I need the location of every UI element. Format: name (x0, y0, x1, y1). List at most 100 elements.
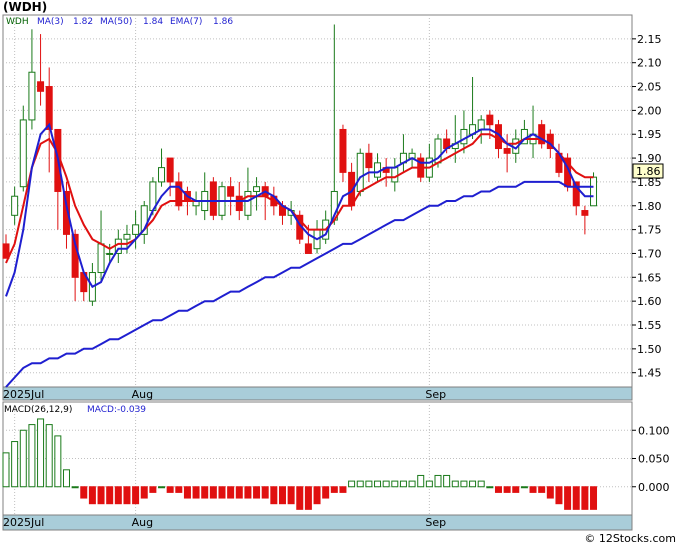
macd-bar (175, 486, 183, 493)
macd-tick-label: 0.050 (638, 453, 670, 466)
macd-bar (218, 486, 226, 499)
macd-bar (192, 486, 200, 499)
price-tick-label: 1.75 (637, 224, 662, 237)
price-date-strip (2, 386, 633, 401)
macd-panel: 0.0000.0500.1002025JulAugSepOct (2, 401, 670, 531)
macd-bar (37, 418, 45, 488)
macd-month-label: 2025Jul (3, 516, 44, 529)
macd-bar (313, 486, 321, 505)
macd-bar (287, 486, 295, 505)
macd-bar (201, 486, 209, 499)
price-tick-label: 2.10 (637, 57, 662, 70)
macd-bar (590, 486, 598, 510)
stock-chart: 1.451.501.551.601.651.701.751.801.851.90… (2, 14, 670, 531)
macd-bar (512, 486, 520, 493)
macd-bar (581, 486, 589, 510)
macd-bar (529, 486, 537, 493)
macd-bar (339, 486, 347, 493)
legend-symbol: WDH (6, 17, 29, 27)
macd-bar (132, 486, 140, 505)
macd-bar (158, 486, 166, 489)
macd-bar (261, 486, 269, 499)
price-tick-label: 1.50 (637, 343, 662, 356)
macd-bar (348, 480, 356, 488)
price-month-label: Sep (425, 388, 446, 401)
macd-bar (382, 480, 390, 488)
price-month-label: 2025Jul (3, 388, 44, 401)
macd-bar (114, 486, 122, 505)
legend-ma50-label: MA(50) (100, 17, 132, 27)
macd-month-label: Aug (132, 516, 153, 529)
last-price-tag: 1.86 (632, 163, 664, 179)
candle-body (28, 71, 36, 121)
macd-bar (244, 486, 252, 499)
candle-body (97, 243, 105, 274)
price-tick-label: 1.70 (637, 247, 662, 260)
macd-bar (140, 486, 148, 499)
macd-bar (520, 486, 528, 489)
macd-bar (253, 486, 261, 499)
macd-bar (235, 486, 243, 499)
candle-body (486, 114, 494, 126)
price-tick-label: 2.00 (637, 104, 662, 117)
macd-bar (356, 480, 364, 488)
candle-body (19, 119, 27, 188)
macd-bar (451, 480, 459, 488)
macd-legend-params: MACD(26,12,9) (4, 405, 72, 415)
macd-bar (374, 480, 382, 488)
macd-bar (71, 486, 79, 489)
macd-bar (278, 486, 286, 505)
price-tick-label: 1.60 (637, 295, 662, 308)
legend-ema7-value: 1.86 (213, 17, 233, 27)
macd-bar (304, 486, 312, 510)
legend-ma50-value: 1.84 (143, 17, 163, 27)
candle-body (235, 195, 243, 212)
candle-body (503, 148, 511, 154)
macd-bar (477, 480, 485, 488)
macd-bar (149, 486, 157, 493)
macd-month-label: Sep (425, 516, 446, 529)
candle-body (374, 162, 382, 178)
macd-bar (538, 486, 546, 493)
candle-body (253, 186, 261, 192)
price-tick-label: 1.80 (637, 200, 662, 213)
candle-body (339, 128, 347, 173)
price-tick-label: 1.55 (637, 319, 662, 332)
macd-bar (503, 486, 511, 493)
candle-body (304, 243, 312, 254)
macd-legend-value: MACD:-0.039 (87, 405, 146, 415)
price-tick-label: 2.05 (637, 81, 662, 94)
price-tick-label: 1.45 (637, 367, 662, 380)
macd-tick-label: 0.000 (638, 481, 670, 494)
macd-bar (555, 486, 563, 505)
candle-body (581, 210, 589, 216)
macd-bar (330, 486, 338, 493)
footer-copyright: © 12Stocks.com (584, 532, 676, 545)
macd-bar (2, 452, 10, 488)
candle-body (123, 233, 131, 240)
macd-bar (443, 474, 451, 488)
macd-bar (460, 480, 468, 488)
macd-bar (28, 424, 36, 488)
macd-bar (408, 480, 416, 488)
macd-bar (434, 474, 442, 488)
legend-ema7-label: EMA(7) (170, 17, 202, 27)
macd-bar (270, 486, 278, 505)
candle-body (365, 152, 373, 169)
last-price-tag-text: 1.86 (636, 165, 661, 178)
candle-body (209, 181, 217, 216)
price-month-label: Aug (132, 388, 153, 401)
macd-bar (486, 486, 494, 489)
candle-body (37, 81, 45, 92)
macd-bar (19, 429, 27, 488)
candle-body (590, 176, 598, 207)
price-tick-label: 1.65 (637, 271, 662, 284)
macd-bar (296, 486, 304, 510)
price-tick-label: 2.15 (637, 33, 662, 46)
candle-body (106, 252, 114, 255)
candle-body (227, 186, 235, 197)
macd-bar (88, 486, 96, 505)
macd-date-strip (2, 514, 633, 531)
macd-bar (80, 486, 88, 499)
candle-body (391, 167, 399, 183)
